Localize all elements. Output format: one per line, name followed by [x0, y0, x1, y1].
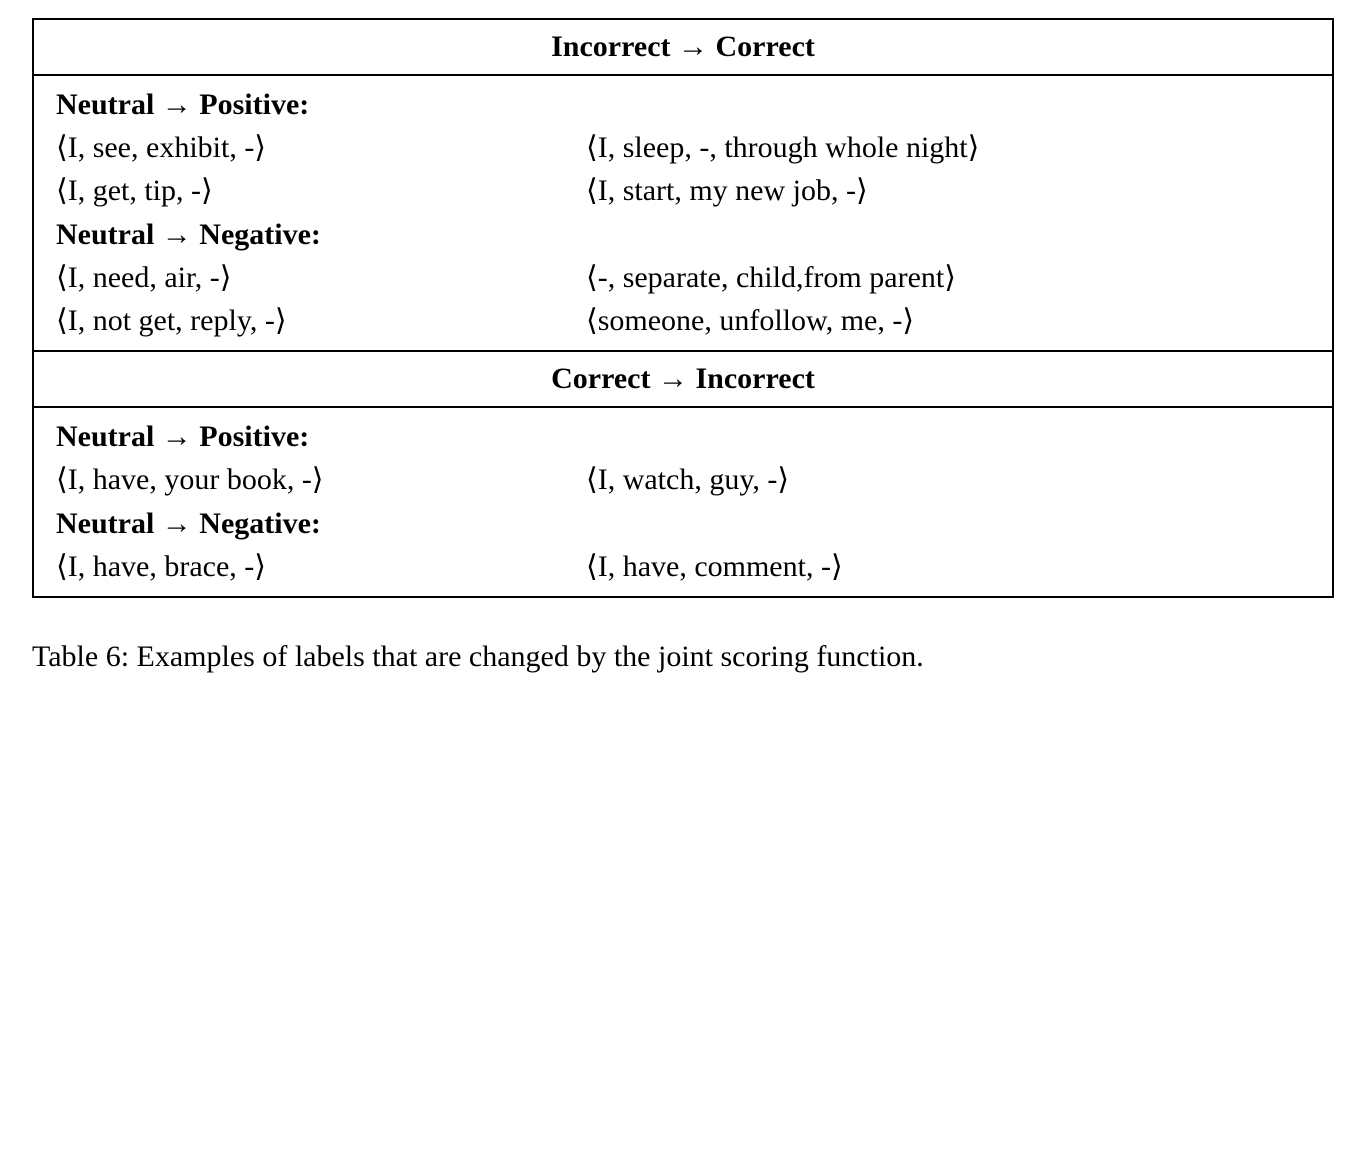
table-caption: Table 6: Examples of labels that are cha… [0, 598, 1358, 677]
tuple-cell: ⟨I, watch, guy, -⟩ [586, 462, 1312, 497]
table-row: ⟨I, have, your book, -⟩ ⟨I, watch, guy, … [56, 458, 1312, 501]
tuple-cell: ⟨I, have, comment, -⟩ [586, 549, 1312, 584]
tuple-cell: ⟨I, sleep, -, through whole night⟩ [586, 130, 1312, 165]
sec2-subheader-positive: Neutral → Positive: [56, 414, 1312, 458]
table-row: ⟨I, need, air, -⟩ ⟨-, separate, child,fr… [56, 256, 1312, 299]
table: Incorrect → Correct Neutral → Positive: … [32, 18, 1334, 598]
header-row-2: Correct → Incorrect [33, 351, 1333, 407]
sec2-subheader-negative: Neutral → Negative: [56, 501, 1312, 545]
sec1-subheader-positive: Neutral → Positive: [56, 82, 1312, 126]
tuple-cell: ⟨I, get, tip, -⟩ [56, 173, 586, 208]
table-container: Incorrect → Correct Neutral → Positive: … [0, 0, 1358, 598]
table-row: ⟨I, see, exhibit, -⟩ ⟨I, sleep, -, throu… [56, 126, 1312, 169]
tuple-cell: ⟨I, start, my new job, -⟩ [586, 173, 1312, 208]
section-2: Neutral → Positive: ⟨I, have, your book,… [33, 407, 1333, 597]
table-row: ⟨I, not get, reply, -⟩ ⟨someone, unfollo… [56, 299, 1312, 342]
table-row: ⟨I, get, tip, -⟩ ⟨I, start, my new job, … [56, 169, 1312, 212]
sec1-subheader-negative: Neutral → Negative: [56, 212, 1312, 256]
header-correct-to-incorrect: Correct → Incorrect [33, 351, 1333, 407]
tuple-cell: ⟨I, see, exhibit, -⟩ [56, 130, 586, 165]
tuple-cell: ⟨I, have, your book, -⟩ [56, 462, 586, 497]
section-1: Neutral → Positive: ⟨I, see, exhibit, -⟩… [33, 75, 1333, 351]
tuple-cell: ⟨-, separate, child,from parent⟩ [586, 260, 1312, 295]
header-row-1: Incorrect → Correct [33, 19, 1333, 75]
tuple-cell: ⟨someone, unfollow, me, -⟩ [586, 303, 1312, 338]
tuple-cell: ⟨I, not get, reply, -⟩ [56, 303, 586, 338]
table-row: ⟨I, have, brace, -⟩ ⟨I, have, comment, -… [56, 545, 1312, 588]
tuple-cell: ⟨I, need, air, -⟩ [56, 260, 586, 295]
tuple-cell: ⟨I, have, brace, -⟩ [56, 549, 586, 584]
header-incorrect-to-correct: Incorrect → Correct [33, 19, 1333, 75]
